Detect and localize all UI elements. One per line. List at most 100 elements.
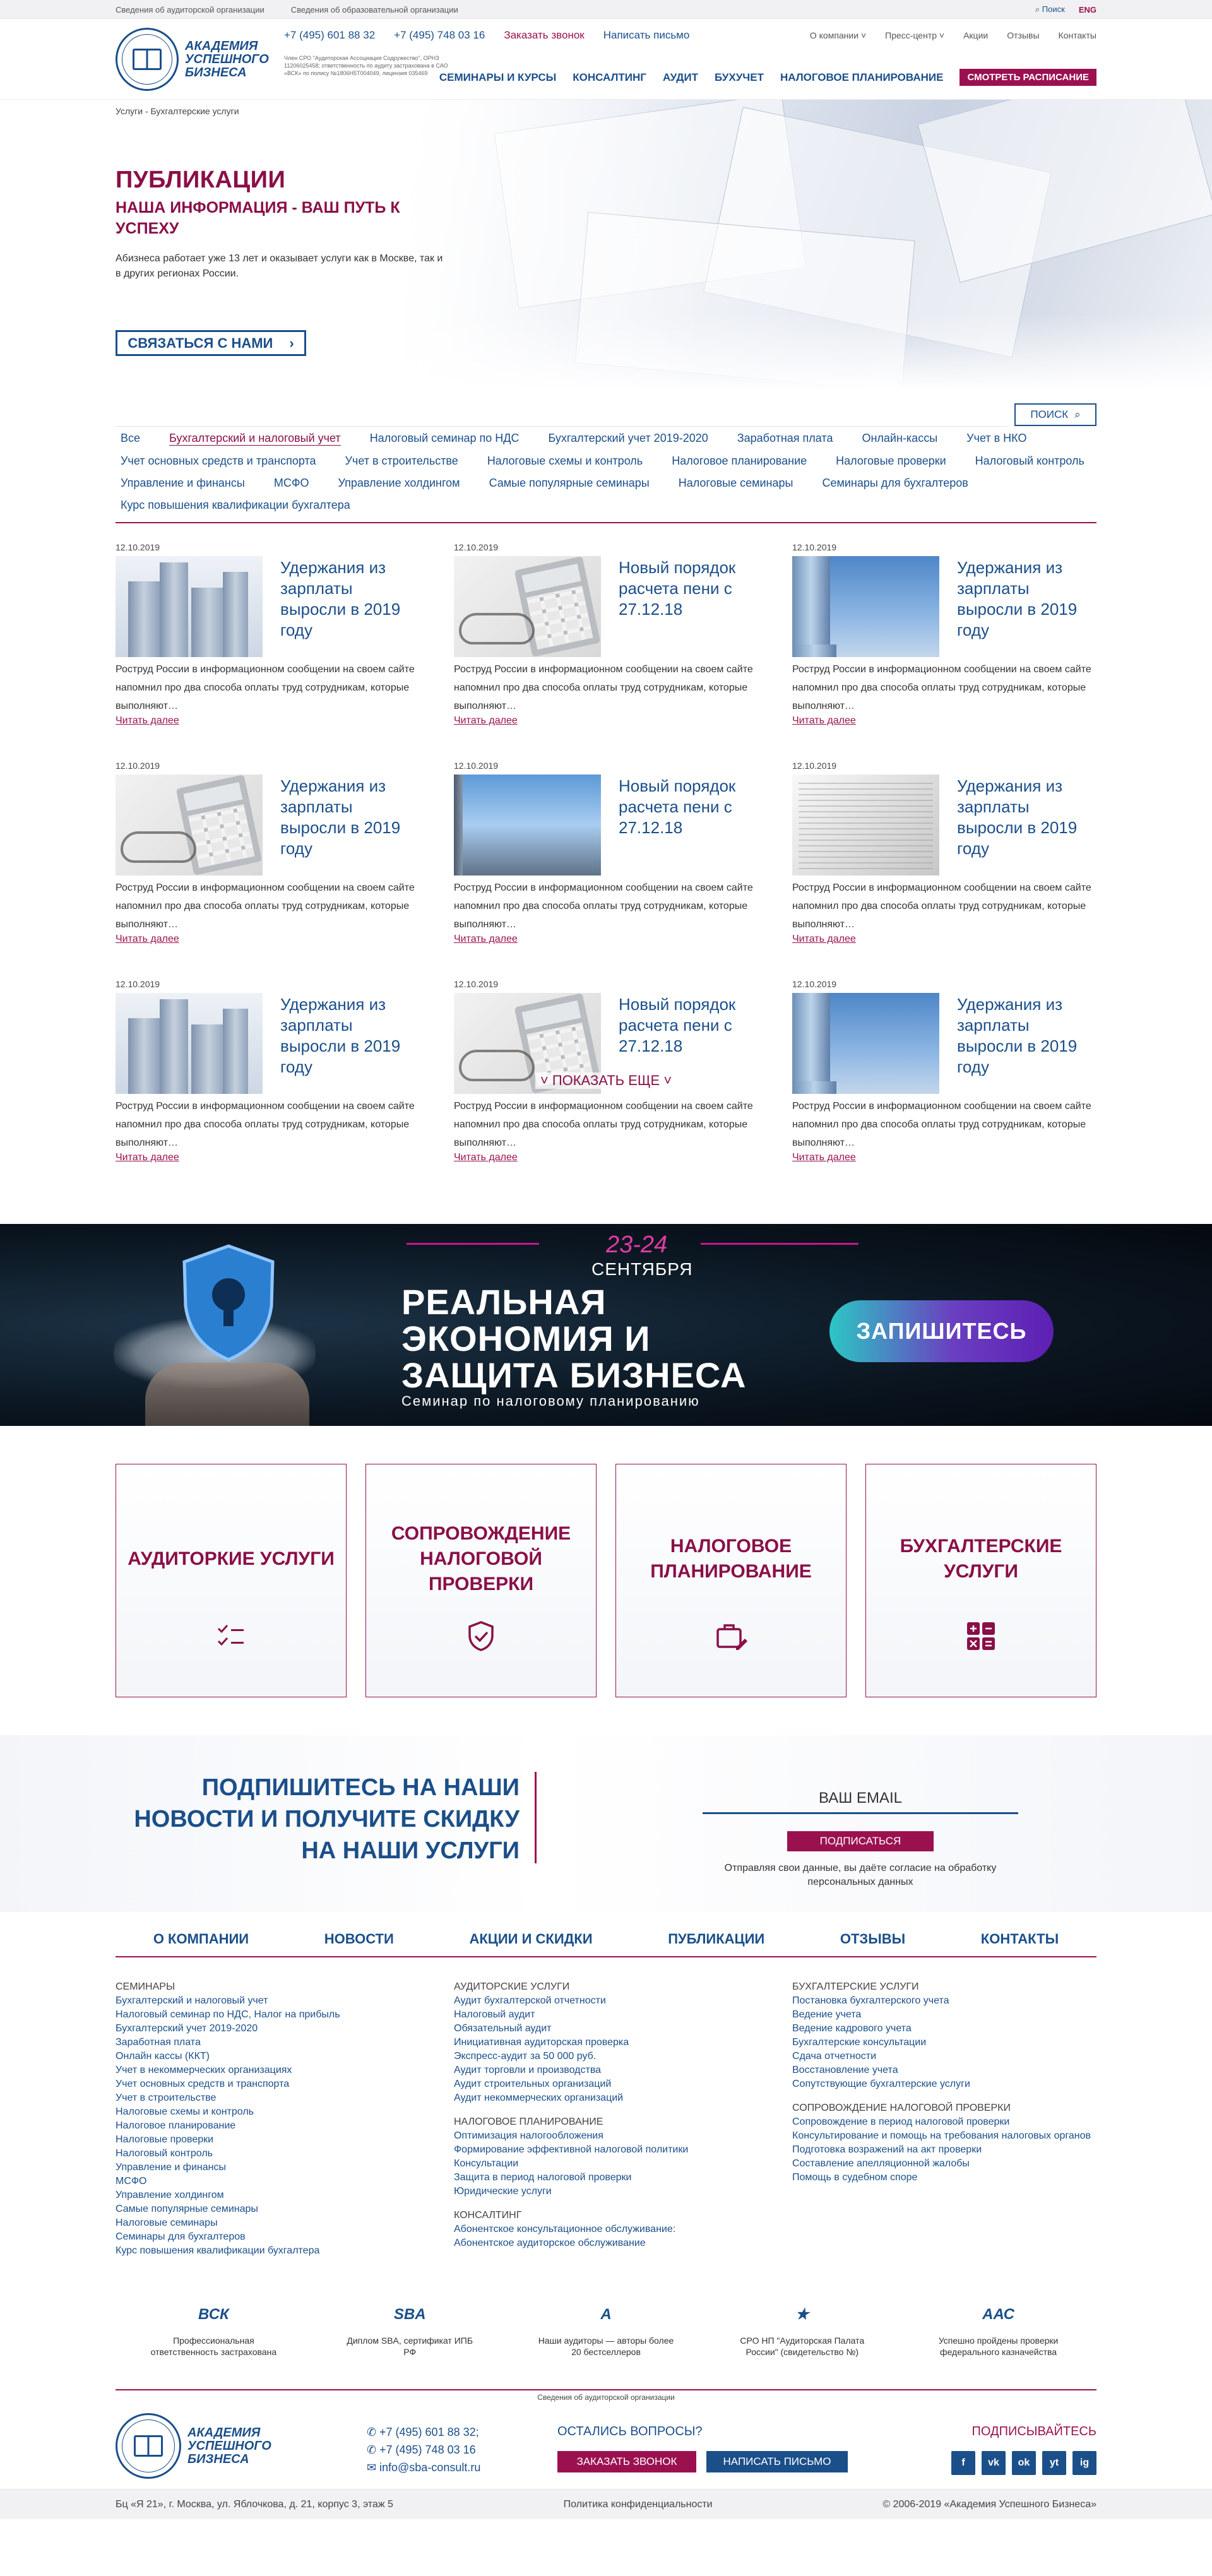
main-menu-item[interactable]: Бухучет [715,71,764,84]
footer-link[interactable]: Инициативная аудиторская проверка [454,2036,758,2050]
footer-nav-item[interactable]: О компании [153,1931,249,1947]
read-more-link[interactable]: Читать далее [454,1152,518,1163]
footer-link[interactable]: Юридические услуги [454,2185,758,2199]
filter-tag[interactable]: МСФО [274,477,309,490]
footer-column-heading[interactable]: Сопровождение налоговой проверки [792,2101,1096,2115]
footer-link[interactable]: Курс повышения квалификации бухгалтера [116,2244,420,2258]
footer-logo[interactable]: Академия успешного бизнеса [116,2413,276,2479]
main-menu-item[interactable]: Налоговое планирование [780,71,944,84]
filter-tag[interactable]: Самые популярные семинары [489,477,650,490]
footer-phone-2[interactable]: ✆ +7 (495) 748 03 16 [367,2441,480,2459]
filter-tag[interactable]: Заработная плата [737,432,833,446]
footer-link[interactable]: Учет в строительстве [116,2091,420,2105]
footer-link[interactable]: Постановка бухгалтерского учета [792,1994,1096,2008]
service-card[interactable]: Аудиторкие услуги [116,1464,347,1697]
footer-nav-item[interactable]: Акции и скидки [469,1931,592,1947]
footer-link[interactable]: Аудит некоммерческих организаций [454,2091,758,2105]
breadcrumb[interactable]: Услуги - Бухгалтерские услуги [116,106,239,116]
footer-link[interactable]: Консультации [454,2157,758,2171]
odnoklassniki-icon[interactable]: ok [1012,2451,1036,2475]
read-more-link[interactable]: Читать далее [116,934,179,944]
request-call-link[interactable]: Заказать звонок [504,29,584,42]
filter-tag[interactable]: Налоговые проверки [836,454,946,468]
footer-link[interactable]: Налоговые схемы и контроль [116,2105,420,2119]
footer-link[interactable]: Ведение учета [792,2008,1096,2022]
read-more-link[interactable]: Читать далее [454,715,518,726]
footer-link[interactable]: Оптимизация налогообложения [454,2129,758,2143]
top-menu-item[interactable]: Контакты [1059,30,1096,40]
footer-link[interactable]: Консультирование и помощь на требования … [792,2129,1096,2143]
footer-link[interactable]: Экспресс-аудит за 50 000 руб. [454,2050,758,2063]
filter-tag[interactable]: Онлайн-кассы [862,432,937,446]
footer-link[interactable]: Учет в некоммерческих организациях [116,2063,420,2077]
filter-tag[interactable]: Учет основных средств и транспорта [121,454,316,468]
main-menu-item[interactable]: Консалтинг [573,71,646,84]
footer-call-button[interactable]: Заказать звонок [557,2451,696,2472]
footer-link[interactable]: Обязательный аудит [454,2022,758,2036]
news-title[interactable]: Удержания из зарплаты выросли в 2019 год… [280,993,420,1094]
top-menu-item[interactable]: Акции [963,30,988,40]
filter-tag[interactable]: Курс повышения квалификации бухгалтера [121,499,350,512]
filter-tag[interactable]: Налоговое планирование [672,454,807,468]
footer-link[interactable]: Абонентское аудиторское обслуживание [454,2236,758,2250]
footer-link[interactable]: Сопровождение в период налоговой проверк… [792,2115,1096,2129]
footer-link[interactable]: Формирование эффективной налоговой полит… [454,2143,758,2157]
footer-link[interactable]: Составление апелляционной жалобы [792,2157,1096,2171]
news-title[interactable]: Удержания из зарплаты выросли в 2019 год… [957,993,1096,1094]
filter-tag[interactable]: Учет в НКО [966,432,1026,446]
write-letter-link[interactable]: Написать письмо [603,29,690,42]
news-title[interactable]: Новый порядок расчета пени с 27.12.18 [619,775,758,875]
footer-link[interactable]: Аудит строительных организаций [454,2077,758,2091]
service-card[interactable]: Налоговое планирование [615,1464,847,1697]
footer-link[interactable]: Бухгалтерский учет 2019-2020 [116,2022,420,2036]
footer-link[interactable]: Управление и финансы [116,2161,420,2175]
service-card[interactable]: Бухгалтерские услуги [865,1464,1096,1697]
main-menu-item[interactable]: Аудит [663,71,698,84]
footer-nav-item[interactable]: Новости [324,1931,394,1947]
edu-org-link[interactable]: Сведения об образовательной организации [291,5,458,15]
header-phone-1[interactable]: +7 (495) 601 88 32 [284,29,375,42]
show-more-button[interactable]: ˅ Показать еще ˅ [535,1072,677,1089]
footer-link[interactable]: Управление холдингом [116,2188,420,2202]
subscribe-button[interactable]: Подписаться [787,1831,934,1851]
youtube-icon[interactable]: yt [1042,2451,1066,2475]
footer-link[interactable]: Налоговый семинар по НДС, Налог на прибы… [116,2008,420,2022]
top-menu-item[interactable]: Пресс-центр ˅ [885,30,944,40]
footer-write-button[interactable]: Написать письмо [706,2451,848,2472]
lang-switch[interactable]: ENG [1079,5,1096,15]
news-title[interactable]: Новый порядок расчета пени с 27.12.18 [619,556,758,657]
footer-nav-item[interactable]: Публикации [668,1931,764,1947]
filter-tag[interactable]: Семинары для бухгалтеров [822,477,968,490]
header-phone-2[interactable]: +7 (495) 748 03 16 [394,29,485,42]
filter-tag[interactable]: Управление и финансы [121,477,245,490]
instagram-icon[interactable]: ig [1072,2451,1096,2475]
footer-column-heading[interactable]: Семинары [116,1980,420,1994]
top-menu-item[interactable]: О компании ˅ [810,30,866,40]
read-more-link[interactable]: Читать далее [116,715,179,726]
filter-tag[interactable]: Бухгалтерский учет 2019-2020 [549,432,708,446]
footer-link[interactable]: Онлайн кассы (ККТ) [116,2050,420,2063]
read-more-link[interactable]: Читать далее [116,1152,179,1163]
footer-link[interactable]: Бухгалтерские консультации [792,2036,1096,2050]
filter-tag[interactable]: Налоговые семинары [679,477,793,490]
footer-link[interactable]: Восстановление учета [792,2063,1096,2077]
footer-column-heading[interactable]: Налоговое планирование [454,2115,758,2129]
site-logo[interactable]: Академия успешного бизнеса [116,28,273,91]
footer-link[interactable]: Аудит торговли и производства [454,2063,758,2077]
footer-link[interactable]: Аудит бухгалтерской отчетности [454,1994,758,2008]
news-title[interactable]: Удержания из зарплаты выросли в 2019 год… [280,775,420,875]
service-card[interactable]: Сопровождение налоговой проверки [365,1464,597,1697]
filter-tag[interactable]: Налоговый семинар по НДС [370,432,520,446]
footer-nav-item[interactable]: Контакты [981,1931,1059,1947]
email-field[interactable]: ВАШ EMAIL [703,1790,1018,1814]
footer-column-heading[interactable]: Консалтинг [454,2209,758,2223]
footer-column-heading[interactable]: Бухгалтерские услуги [792,1980,1096,1994]
footer-link[interactable]: Бухгалтерский и налоговый учет [116,1994,420,2008]
footer-link[interactable]: Налоговые проверки [116,2133,420,2147]
top-menu-item[interactable]: Отзывы [1007,30,1039,40]
footer-link[interactable]: Сдача отчетности [792,2050,1096,2063]
top-search-link[interactable]: ⌕ Поиск [1035,4,1065,15]
news-title[interactable]: Удержания из зарплаты выросли в 2019 год… [957,556,1096,657]
footer-link[interactable]: Сопутствующие бухгалтерские услуги [792,2077,1096,2091]
search-input[interactable] [116,403,1007,427]
